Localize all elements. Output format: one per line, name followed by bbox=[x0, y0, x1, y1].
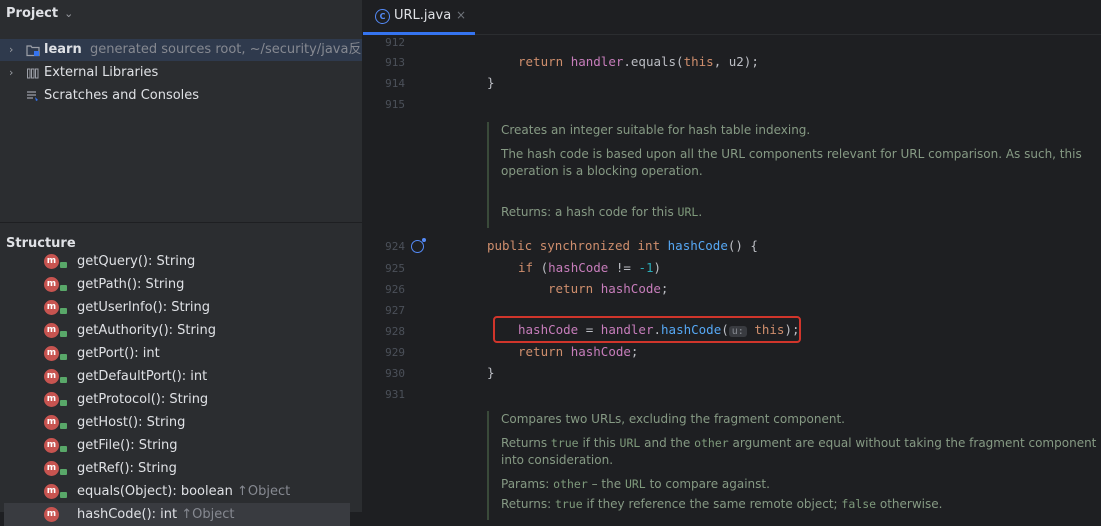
structure-method[interactable]: m getDefaultPort(): int bbox=[0, 365, 362, 388]
line-number: 915 bbox=[385, 98, 405, 111]
project-tool-window: Project ⌄ › learn generated sources root,… bbox=[0, 0, 362, 526]
method-icon: m bbox=[44, 392, 59, 407]
method-icon: m bbox=[44, 415, 59, 430]
method-icon: m bbox=[44, 254, 59, 269]
structure-method[interactable]: m getUserInfo(): String bbox=[0, 296, 362, 319]
structure-method[interactable]: m getPort(): int bbox=[0, 342, 362, 365]
method-icon: m bbox=[44, 323, 59, 338]
code-line-913[interactable]: return handler.equals(this, u2); bbox=[518, 54, 759, 69]
line-number: 927 bbox=[385, 304, 405, 317]
structure-method[interactable]: m getRef(): String bbox=[0, 457, 362, 480]
structure-method[interactable]: m getQuery(): String bbox=[0, 250, 362, 273]
public-access-icon bbox=[60, 469, 67, 475]
public-access-icon bbox=[60, 262, 67, 268]
method-icon: m bbox=[44, 507, 59, 522]
method-icon: m bbox=[44, 277, 59, 292]
structure-method[interactable]: m equals(Object): boolean ↑Object bbox=[0, 480, 362, 503]
line-number: 926 bbox=[385, 283, 405, 296]
chevron-right-icon: › bbox=[9, 66, 14, 79]
public-access-icon bbox=[60, 492, 67, 498]
close-icon[interactable]: × bbox=[456, 8, 466, 22]
panel-divider bbox=[0, 222, 362, 223]
code-editor[interactable]: C URL.java × 912 913 914 915 924 925 926… bbox=[363, 0, 1101, 520]
structure-title: Structure bbox=[6, 236, 76, 251]
structure-method[interactable]: m getHost(): String bbox=[0, 411, 362, 434]
library-icon bbox=[27, 68, 39, 79]
module-folder-icon bbox=[26, 45, 40, 57]
public-access-icon bbox=[60, 308, 67, 314]
line-number: 930 bbox=[385, 367, 405, 380]
chevron-right-icon: › bbox=[9, 43, 14, 56]
public-access-icon bbox=[60, 400, 67, 406]
code-line-924[interactable]: public synchronized int hashCode() { bbox=[487, 238, 758, 253]
project-view-title[interactable]: Project ⌄ bbox=[6, 6, 73, 21]
scratches-icon bbox=[27, 91, 38, 101]
line-number: 928 bbox=[385, 325, 405, 338]
public-access-icon bbox=[60, 423, 67, 429]
javadoc-hashcode: Creates an integer suitable for hash tab… bbox=[487, 122, 1101, 228]
public-access-icon bbox=[60, 331, 67, 337]
highlight-annotation-box bbox=[493, 316, 801, 343]
editor-tab-bar: C URL.java × bbox=[363, 0, 1101, 35]
javadoc-equals: Compares two URLs, excluding the fragmen… bbox=[487, 411, 1101, 520]
structure-method[interactable]: m getAuthority(): String bbox=[0, 319, 362, 342]
structure-method-selected[interactable]: m hashCode(): int ↑Object bbox=[4, 503, 350, 526]
method-icon: m bbox=[44, 438, 59, 453]
public-access-icon bbox=[60, 285, 67, 291]
code-line-929[interactable]: return hashCode; bbox=[518, 344, 638, 359]
module-path: generated sources root, ~/security/java反… bbox=[89, 42, 362, 57]
tree-item-scratches[interactable]: Scratches and Consoles bbox=[0, 85, 362, 107]
public-access-icon bbox=[60, 377, 67, 383]
override-gutter-icon[interactable] bbox=[411, 238, 426, 253]
method-icon: m bbox=[44, 369, 59, 384]
structure-method[interactable]: m getFile(): String bbox=[0, 434, 362, 457]
method-icon: m bbox=[44, 461, 59, 476]
tab-url-java[interactable]: C URL.java × bbox=[363, 0, 475, 35]
public-access-icon bbox=[60, 446, 67, 452]
chevron-down-icon: ⌄ bbox=[64, 7, 74, 20]
code-line-914[interactable]: } bbox=[487, 75, 495, 90]
line-number: 924 bbox=[385, 240, 405, 253]
line-number: 931 bbox=[385, 388, 405, 401]
line-number: 925 bbox=[385, 262, 405, 275]
code-line-926[interactable]: return hashCode; bbox=[548, 281, 668, 296]
tree-item-learn[interactable]: › learn generated sources root, ~/securi… bbox=[0, 39, 362, 61]
method-icon: m bbox=[44, 346, 59, 361]
active-tab-indicator bbox=[363, 32, 475, 35]
tree-item-external-libraries[interactable]: › External Libraries bbox=[0, 62, 362, 84]
method-icon: m bbox=[44, 484, 59, 499]
line-number: 912 bbox=[385, 36, 405, 49]
code-line-925[interactable]: if (hashCode != -1) bbox=[518, 260, 661, 275]
code-line-930[interactable]: } bbox=[487, 365, 495, 380]
line-number: 913 bbox=[385, 56, 405, 69]
module-name: learn bbox=[44, 42, 82, 57]
line-number: 914 bbox=[385, 77, 405, 90]
class-icon: C bbox=[375, 9, 390, 24]
method-icon: m bbox=[44, 300, 59, 315]
structure-method[interactable]: m getProtocol(): String bbox=[0, 388, 362, 411]
line-number: 929 bbox=[385, 346, 405, 359]
structure-method[interactable]: m getPath(): String bbox=[0, 273, 362, 296]
public-access-icon bbox=[60, 354, 67, 360]
